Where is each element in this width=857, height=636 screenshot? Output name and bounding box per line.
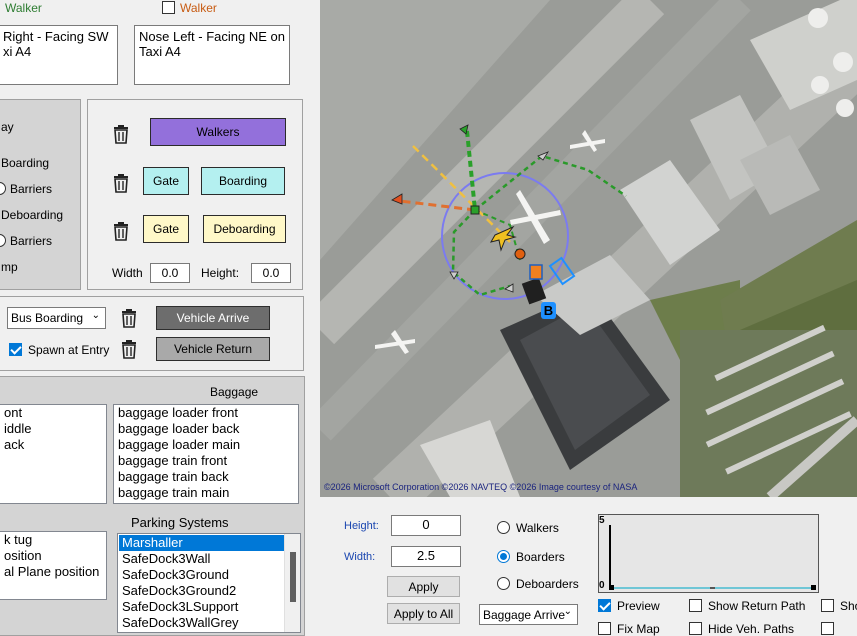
- list-item[interactable]: baggage loader back: [114, 421, 298, 437]
- walkers-radio-label: Walkers: [516, 521, 559, 535]
- list-item[interactable]: SafeDock3Ground2: [118, 583, 300, 599]
- list-item[interactable]: baggage loader front: [114, 405, 298, 421]
- walkers-button[interactable]: Walkers: [150, 118, 286, 146]
- preview-label: Preview: [617, 599, 660, 613]
- scrollbar[interactable]: [284, 534, 300, 632]
- list-item[interactable]: SafeDock3Wall: [118, 551, 300, 567]
- list-item[interactable]: osition: [0, 548, 106, 564]
- height-label: Height:: [201, 266, 240, 280]
- list-item[interactable]: baggage train main: [114, 485, 298, 501]
- spawn-at-entry-label: Spawn at Entry: [28, 343, 110, 357]
- trash-icon[interactable]: [120, 339, 138, 359]
- baggage-panel: Baggage ont iddle ack baggage loader fro…: [0, 376, 305, 636]
- list-item[interactable]: ont: [0, 405, 106, 421]
- list-item[interactable]: Marshaller: [119, 535, 284, 551]
- show-return-path-checkbox[interactable]: [689, 599, 702, 612]
- show-return-path-label: Show Return Path: [708, 599, 806, 613]
- parking-left-list[interactable]: k tug osition al Plane position: [0, 531, 107, 600]
- list-item[interactable]: k tug: [0, 532, 106, 548]
- width-label: Width: [112, 266, 143, 280]
- list-item[interactable]: al Plane position: [0, 564, 106, 580]
- path-overlay: [391, 124, 627, 305]
- baggage-right-list[interactable]: baggage loader front baggage loader back…: [113, 404, 299, 504]
- position-text-left[interactable]: Right - Facing SW xi A4: [0, 25, 118, 85]
- bottom-height-input[interactable]: 0: [391, 515, 461, 536]
- map-attribution: ©2026 Microsoft Corporation ©2026 NAVTEQ…: [324, 482, 638, 492]
- partial-label-barriers-2: Barriers: [10, 234, 53, 248]
- baggage-arrive-select-value: Baggage Arrive: [483, 608, 566, 622]
- list-item[interactable]: baggage train back: [114, 469, 298, 485]
- timeline-graph[interactable]: 5 0: [598, 514, 819, 593]
- bottom-width-input[interactable]: 2.5: [391, 546, 461, 567]
- gate-boarding-button[interactable]: Gate: [143, 167, 189, 195]
- boarders-radio[interactable]: [497, 550, 510, 563]
- chevron-down-icon: ⌄: [563, 606, 572, 617]
- partial-label-boarding: Boarding: [1, 156, 50, 170]
- gate-deboarding-button[interactable]: Gate: [143, 215, 189, 243]
- baggage-title: Baggage: [210, 385, 259, 399]
- vehicle-select[interactable]: Bus Boarding ⌄: [7, 307, 106, 329]
- deboarding-button[interactable]: Deboarding: [203, 215, 286, 243]
- hide-veh-paths-label: Hide Veh. Paths: [708, 622, 795, 636]
- bottom-height-label: Height:: [344, 520, 379, 532]
- deboarders-radio-label: Deboarders: [516, 577, 579, 591]
- fix-map-label: Fix Map: [617, 622, 660, 636]
- chevron-down-icon: ⌄: [91, 310, 100, 321]
- trash-icon[interactable]: [120, 308, 138, 328]
- trash-icon[interactable]: [112, 124, 130, 144]
- baggage-arrive-select[interactable]: Baggage Arrive ⌄: [479, 604, 578, 625]
- vehicle-return-button[interactable]: Vehicle Return: [156, 337, 270, 361]
- walker-right-label: Walker: [180, 1, 217, 15]
- map-marker-b[interactable]: B: [541, 302, 556, 319]
- list-item[interactable]: iddle: [0, 421, 106, 437]
- list-item[interactable]: baggage train front: [114, 453, 298, 469]
- list-item[interactable]: ack: [0, 437, 106, 453]
- deboarders-radio[interactable]: [497, 577, 510, 590]
- apply-to-all-button[interactable]: Apply to All: [387, 603, 460, 624]
- vehicle-arrive-button[interactable]: Vehicle Arrive: [156, 306, 270, 330]
- scrollbar-thumb[interactable]: [290, 552, 296, 602]
- graph-marker-end[interactable]: [811, 585, 816, 590]
- position-text-right[interactable]: Nose Left - Facing NE on Taxi A4: [134, 25, 290, 85]
- graph-axis-vertical: [609, 525, 611, 589]
- boarders-radio-label: Boarders: [516, 550, 565, 564]
- boarding-button[interactable]: Boarding: [201, 167, 285, 195]
- partial-label-barriers-1: Barriers: [10, 182, 53, 196]
- sho-checkbox[interactable]: [821, 599, 834, 612]
- walker-left-label: Walker: [5, 1, 42, 15]
- baggage-left-list[interactable]: ont iddle ack: [0, 404, 107, 504]
- walker-right-checkbox[interactable]: [162, 1, 175, 14]
- apply-button[interactable]: Apply: [387, 576, 460, 597]
- partial-label-mp: mp: [1, 260, 18, 274]
- barriers-radio-2[interactable]: [0, 234, 6, 247]
- graph-marker-mid[interactable]: [710, 587, 715, 589]
- list-item[interactable]: SafeDock3Ground: [118, 567, 300, 583]
- gate-height-input[interactable]: 0.0: [251, 263, 291, 283]
- partial-label-deboarding: Deboarding: [1, 208, 64, 222]
- parking-title: Parking Systems: [131, 515, 229, 530]
- sho-label: Sho: [840, 599, 857, 613]
- gate-panel: Walkers Gate Boarding Gate Deboarding Wi…: [87, 99, 303, 290]
- map-view[interactable]: B ©2026 Microsoft Corporation ©2026 NAVT…: [320, 0, 857, 497]
- barriers-radio-1[interactable]: [0, 182, 6, 195]
- walkers-radio[interactable]: [497, 521, 510, 534]
- spawn-at-entry-checkbox[interactable]: [9, 343, 22, 356]
- graph-ymin-label: 0: [599, 580, 605, 591]
- list-item[interactable]: baggage loader main: [114, 437, 298, 453]
- partial-label-ay: ay: [1, 120, 14, 134]
- parking-systems-list[interactable]: Marshaller SafeDock3Wall SafeDock3Ground…: [117, 533, 301, 633]
- gate-width-input[interactable]: 0.0: [150, 263, 190, 283]
- trash-icon[interactable]: [112, 173, 130, 193]
- graph-marker-start[interactable]: [609, 585, 614, 590]
- passenger-panel: ay Boarding Barriers Deboarding Barriers…: [0, 99, 81, 290]
- vehicle-panel: Bus Boarding ⌄ Vehicle Arrive Spawn at E…: [0, 296, 304, 371]
- preview-checkbox[interactable]: [598, 599, 611, 612]
- list-item[interactable]: SafeDock3LSupport: [118, 599, 300, 615]
- bottom-width-label: Width:: [344, 551, 376, 563]
- graph-ymax-label: 5: [599, 515, 605, 526]
- trash-icon[interactable]: [112, 221, 130, 241]
- vehicle-select-value: Bus Boarding: [11, 311, 84, 325]
